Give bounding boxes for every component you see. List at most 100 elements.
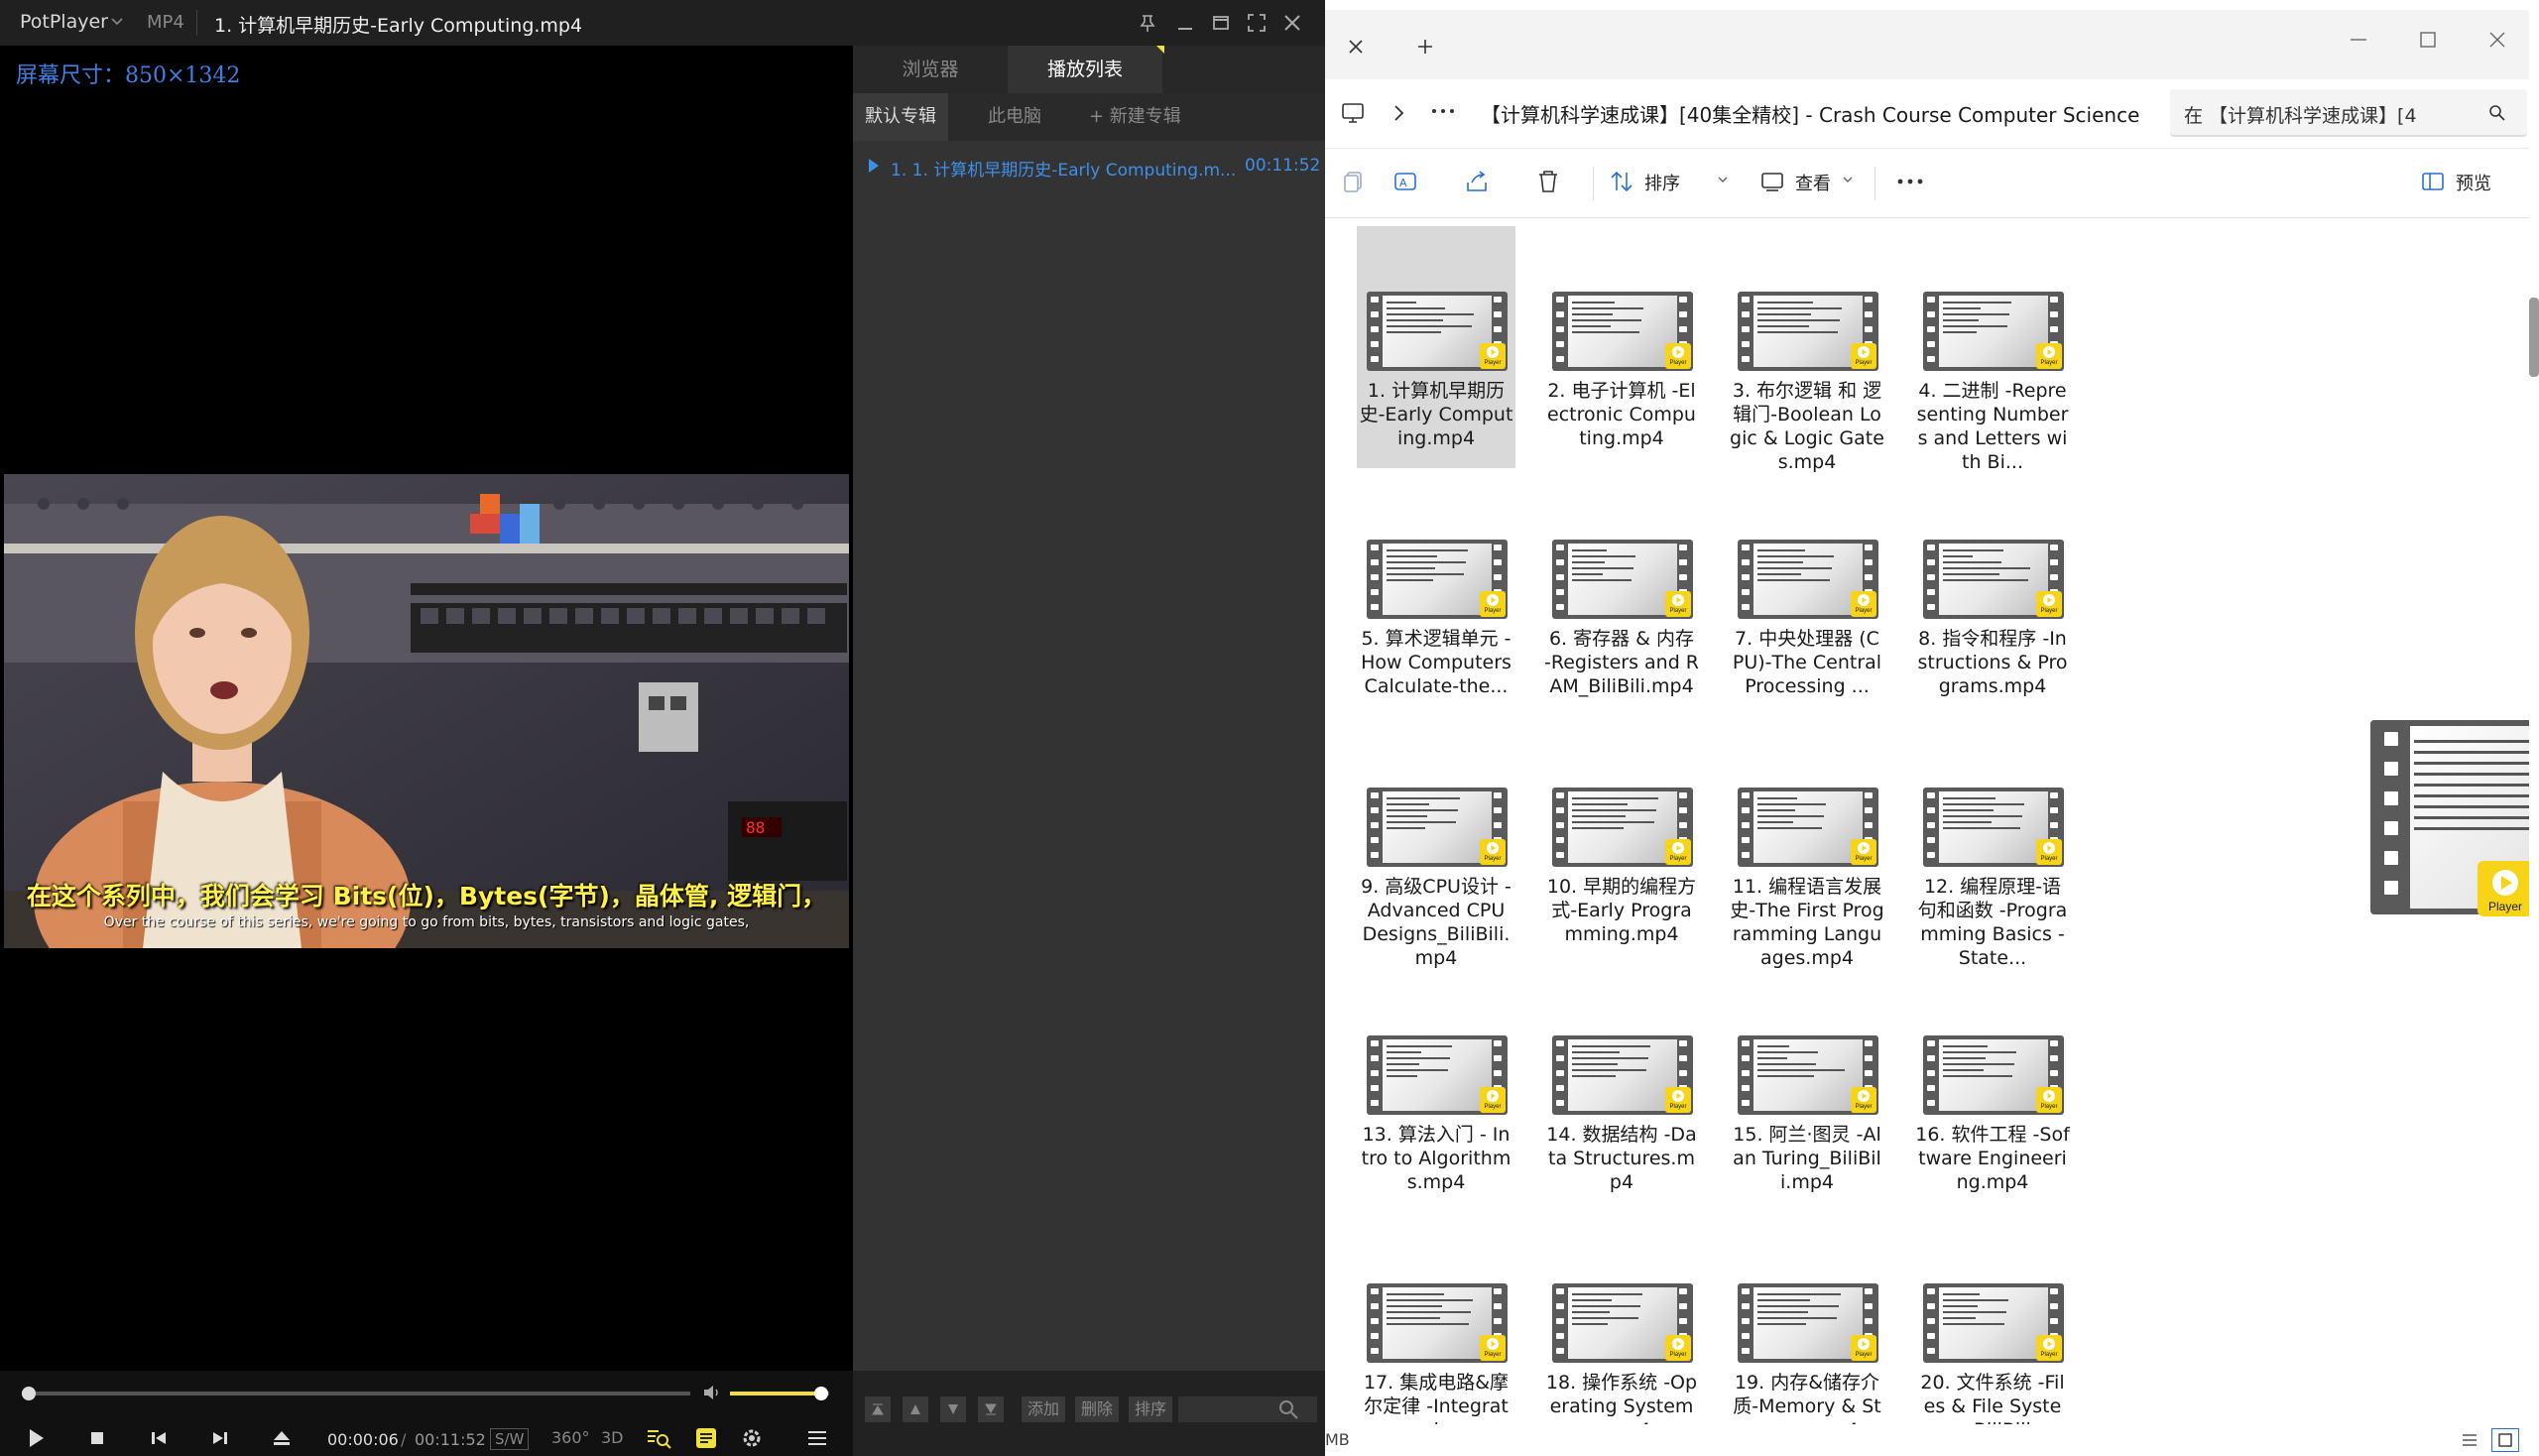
seek-handle[interactable]: [21, 1387, 36, 1400]
minimize-icon[interactable]: [2347, 28, 2370, 52]
view-icon[interactable]: [1759, 169, 1785, 194]
stop-icon[interactable]: [83, 1424, 111, 1452]
3d-button[interactable]: 3D: [601, 1428, 624, 1447]
file-tile[interactable]: Player 2. 电子计算机 -Electronic Computing.mp4: [1542, 226, 1701, 468]
file-tile[interactable]: Player 6. 寄存器 & 内存 -Registers and RAM_Bil…: [1542, 474, 1701, 716]
file-tile[interactable]: Player 3. 布尔逻辑 和 逻辑门-Boolean Logic & Logi…: [1728, 226, 1886, 473]
sort-button[interactable]: 排序: [1644, 170, 1680, 195]
volume-handle[interactable]: [814, 1387, 828, 1400]
file-tile[interactable]: Player 5. 算术逻辑单元 -How Computers Calculate…: [1357, 474, 1515, 716]
close-icon[interactable]: [2485, 28, 2509, 52]
file-tile[interactable]: Player 19. 内存&储存介质-Memory & Storage.mp4: [1728, 1218, 1886, 1424]
file-tile[interactable]: Player 4. 二进制 -Representing Numbers and L…: [1913, 226, 2072, 473]
file-tile[interactable]: Player 9. 高级CPU设计 -Advanced CPU Designs_B…: [1357, 722, 1515, 969]
film-perforation: [1927, 545, 1935, 550]
file-tile[interactable]: Player 7. 中央处理器 (CPU)-The Central Process…: [1728, 474, 1886, 716]
settings-gear-icon[interactable]: [738, 1424, 766, 1452]
new-album-button[interactable]: + 新建专辑: [1077, 93, 1193, 141]
fullscreen-icon[interactable]: [1246, 12, 1268, 34]
file-tile[interactable]: Player 13. 算法入门 - Intro to Algorithms.mp4: [1357, 970, 1515, 1212]
thumb-text-line: [1572, 573, 1603, 575]
new-tab-icon[interactable]: [1416, 38, 1434, 56]
file-tile[interactable]: Player 11. 编程语言发展史-The First Programming …: [1728, 722, 1886, 969]
delete-button[interactable]: 删除: [1075, 1396, 1120, 1422]
pin-icon[interactable]: [1137, 12, 1158, 34]
rename-icon[interactable]: A: [1392, 169, 1418, 194]
maximize-icon[interactable]: [2416, 28, 2440, 52]
add-button[interactable]: 添加: [1022, 1396, 1066, 1422]
chevron-down-icon[interactable]: [1843, 177, 1853, 184]
badge-text: Player: [1855, 608, 1873, 614]
tab-this-pc[interactable]: 此电脑: [976, 93, 1053, 141]
move-down-icon[interactable]: [940, 1396, 966, 1422]
more-path-icon[interactable]: [1430, 101, 1456, 121]
breadcrumb-folder[interactable]: 【计算机科学速成课】[40集全精校] - Crash Course Comput…: [1481, 99, 2139, 128]
eject-icon[interactable]: [268, 1424, 296, 1452]
playlist-item[interactable]: 1. 1. 计算机早期历史-Early Computing.m... 00:11…: [853, 149, 1325, 182]
seek-bar[interactable]: [21, 1387, 690, 1400]
view-button[interactable]: 查看: [1795, 170, 1831, 195]
menu-icon[interactable]: [803, 1424, 831, 1452]
video-area[interactable]: 屏幕尺寸：850×1342 88 在这个系列中，我们会学习 Bits(位)，By…: [0, 46, 853, 1371]
window-scrollbar-thumb[interactable]: [2529, 298, 2539, 377]
video-frame[interactable]: 88 在这个系列中，我们会学习 Bits(位)，Bytes(字节)，晶体管, 逻…: [4, 474, 849, 948]
move-bottom-icon[interactable]: [978, 1396, 1004, 1422]
thumb-text-line: [2414, 740, 2529, 743]
maximize-icon[interactable]: [1210, 12, 1232, 34]
previous-icon[interactable]: [145, 1424, 173, 1452]
file-tile[interactable]: Player 12. 编程原理-语句和函数 -Programming Basics…: [1913, 722, 2072, 969]
sort-icon[interactable]: [1609, 169, 1634, 194]
file-tile[interactable]: Player 8. 指令和程序 -Instructions & Programs.…: [1913, 474, 2072, 716]
tab-close-icon[interactable]: [1347, 38, 1365, 56]
file-tile[interactable]: Player 1. 计算机早期历史-Early Computing.mp4: [1357, 226, 1515, 468]
sort-button[interactable]: 排序: [1129, 1396, 1173, 1422]
player-badge-icon: Player: [2036, 1087, 2062, 1113]
thumb-text-line: [1757, 313, 1811, 315]
file-tile[interactable]: Player 10. 早期的编程方式-Early Programming.mp4: [1542, 722, 1701, 964]
next-icon[interactable]: [206, 1424, 234, 1452]
sw-decoder-button[interactable]: S/W: [490, 1428, 530, 1450]
app-menu-button[interactable]: PotPlayer: [20, 11, 108, 33]
delete-icon[interactable]: [1535, 169, 1561, 194]
vr-360-button[interactable]: 360°: [551, 1428, 590, 1447]
file-tile[interactable]: Player 20. 文件系统 -Files & File Systems_Bil…: [1913, 1218, 2072, 1424]
search-icon[interactable]: [2487, 103, 2507, 123]
file-tile[interactable]: Player 14. 数据结构 -Data Structures.mp4: [1542, 970, 1701, 1212]
chevron-down-icon[interactable]: [1718, 177, 1728, 184]
file-tile[interactable]: Player 18. 操作系统 -Operating Systems.mp4: [1542, 1218, 1701, 1424]
volume-icon[interactable]: [702, 1383, 722, 1402]
thumb-text-line: [1943, 313, 2009, 315]
tab-playlist[interactable]: 播放列表: [1008, 46, 1162, 93]
preview-pane-icon[interactable]: [2420, 169, 2446, 194]
chevron-down-icon[interactable]: [111, 18, 123, 26]
details-view-icon[interactable]: [2460, 1430, 2479, 1450]
subtitle-icon[interactable]: [692, 1424, 720, 1452]
play-icon[interactable]: [22, 1424, 50, 1452]
film-perforation: [1556, 1040, 1564, 1046]
copy-icon[interactable]: [1341, 169, 1367, 194]
minimize-icon[interactable]: [1174, 12, 1196, 34]
chevron-right-icon[interactable]: [1392, 103, 1406, 123]
search-icon[interactable]: [1277, 1398, 1299, 1420]
tab-default-album[interactable]: 默认专辑: [853, 93, 948, 141]
badge-text: Player: [1669, 360, 1687, 366]
film-perforation: [1865, 545, 1873, 550]
preview-button[interactable]: 预览: [2456, 170, 2491, 195]
tab-browser[interactable]: 浏览器: [853, 46, 1008, 93]
more-options-icon[interactable]: [1894, 169, 1926, 194]
move-up-icon[interactable]: [903, 1396, 928, 1422]
thumb-text-line: [1943, 325, 2007, 327]
close-icon[interactable]: [1281, 12, 1303, 34]
volume-slider[interactable]: [730, 1387, 829, 1400]
search-input[interactable]: 在 【计算机科学速成课】[4: [2170, 89, 2527, 137]
file-tile[interactable]: Player 16. 软件工程 -Software Engineering.mp4: [1913, 970, 2072, 1212]
playlist-search-icon[interactable]: [645, 1424, 672, 1452]
thumb-text-line: [1757, 307, 1842, 309]
file-tile[interactable]: Player 17. 集成电路&摩尔定律 -Integrated...: [1357, 1218, 1515, 1424]
computer-icon[interactable]: [1341, 101, 1365, 125]
file-tile[interactable]: Player 15. 阿兰·图灵 -Alan Turing_BiliBili.mp…: [1728, 970, 1886, 1212]
film-perforation: [1371, 837, 1379, 843]
large-icons-view-icon[interactable]: [2491, 1428, 2519, 1452]
share-icon[interactable]: [1464, 169, 1490, 194]
move-top-icon[interactable]: [865, 1396, 891, 1422]
